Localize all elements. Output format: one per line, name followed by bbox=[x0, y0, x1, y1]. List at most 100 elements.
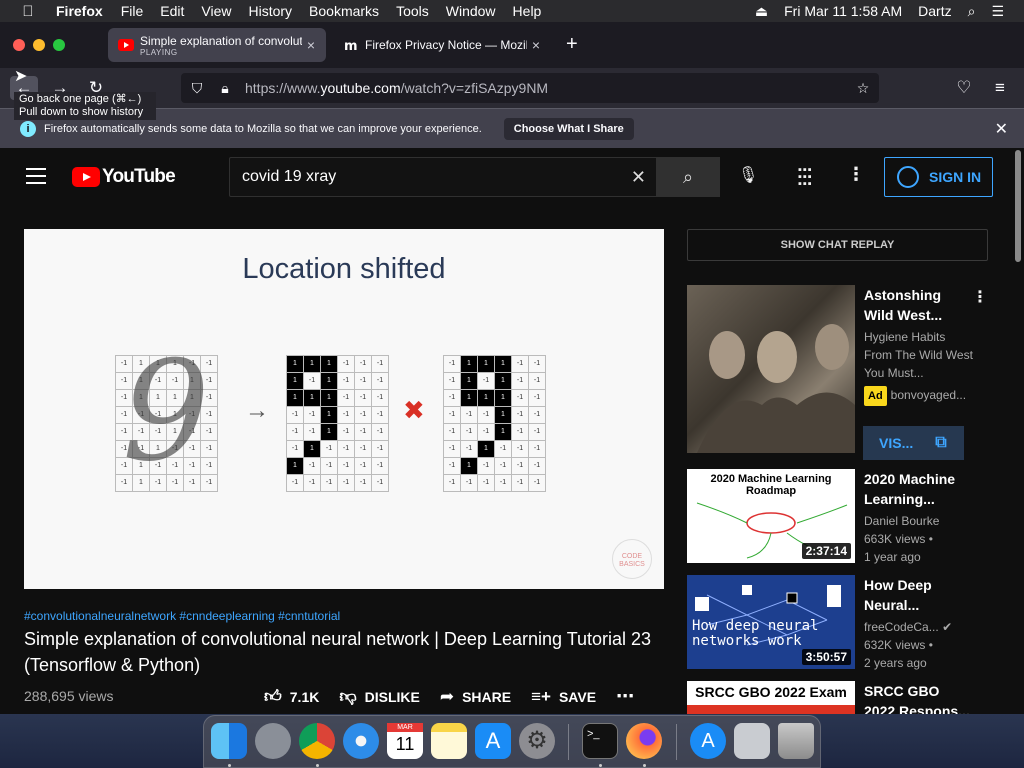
more-actions-icon[interactable]: ⋯ bbox=[616, 686, 634, 707]
hamburger-menu-icon[interactable] bbox=[26, 168, 46, 184]
grid-cell: -1 bbox=[304, 475, 321, 492]
video-title[interactable]: SRCC GBO 2022 Respons... bbox=[864, 681, 974, 714]
recommended-video[interactable]: SRCC GBO 2022 Exam SRCC GBO 2022 Respons… bbox=[687, 681, 987, 714]
grid-cell: -1 bbox=[372, 441, 389, 458]
ad-item[interactable]: Astonshing Wild West... Hygiene Habits F… bbox=[687, 285, 988, 465]
close-window-button[interactable] bbox=[13, 39, 25, 51]
video-title: Simple explanation of convolutional neur… bbox=[24, 629, 652, 675]
app-store-downloads-icon[interactable]: A bbox=[690, 723, 726, 759]
shield-icon[interactable]: ⛉ bbox=[189, 80, 205, 97]
menu-file[interactable]: File bbox=[121, 3, 144, 19]
channel-name[interactable]: freeCodeCa... ✔ bbox=[864, 618, 974, 636]
url-bar[interactable]: ⛉ 🔒︎ https://www.youtube.com/watch?v=zfi… bbox=[181, 73, 879, 103]
grid-cell: -1 bbox=[338, 390, 355, 407]
thumbs-down-icon: 👎︎ bbox=[339, 687, 357, 706]
tab-privacy-notice[interactable]: m Firefox Privacy Notice — Mozilla × bbox=[333, 28, 551, 62]
video-thumbnail[interactable]: 2020 Machine Learning Roadmap 2:37:14 bbox=[687, 469, 855, 563]
clear-search-icon[interactable]: ✕ bbox=[631, 167, 646, 188]
eject-icon[interactable]: ⏏ bbox=[755, 3, 768, 20]
video-thumbnail[interactable]: How deep neural networks work 3:50:57 bbox=[687, 575, 855, 669]
video-duration: 3:50:57 bbox=[801, 649, 851, 665]
recommended-video[interactable]: How deep neural networks work 3:50:57 Ho… bbox=[687, 575, 987, 675]
menu-edit[interactable]: Edit bbox=[160, 3, 184, 19]
grid-cell: -1 bbox=[478, 424, 495, 441]
like-button[interactable]: 👍︎ 7.1K bbox=[264, 686, 319, 707]
video-hashtags[interactable]: #convolutionalneuralnetwork #cnndeeplear… bbox=[24, 609, 340, 623]
menu-bookmarks[interactable]: Bookmarks bbox=[309, 3, 379, 19]
chrome-icon[interactable] bbox=[299, 723, 335, 759]
grid-cell: -1 bbox=[529, 424, 546, 441]
menu-tools[interactable]: Tools bbox=[396, 3, 429, 19]
firefox-icon[interactable] bbox=[626, 723, 662, 759]
menu-help[interactable]: Help bbox=[513, 3, 542, 19]
ad-title[interactable]: Astonshing Wild West... bbox=[864, 285, 974, 325]
video-thumbnail[interactable]: SRCC GBO 2022 Exam bbox=[687, 681, 855, 714]
calendar-icon[interactable]: MAR 11 bbox=[387, 723, 423, 759]
grid-cell: -1 bbox=[372, 424, 389, 441]
dislike-button[interactable]: 👎︎ DISLIKE bbox=[339, 686, 420, 707]
search-input[interactable]: covid 19 xray ✕ bbox=[229, 157, 657, 197]
ad-menu-icon[interactable]: ⋮ bbox=[972, 287, 988, 307]
video-actions: 👍︎ 7.1K 👎︎ DISLIKE ➦ SHARE ≡+ SAVE ⋯ bbox=[264, 686, 654, 707]
tab-title: Simple explanation of convolutio bbox=[140, 33, 302, 48]
menu-clock[interactable]: Fri Mar 11 1:58 AM bbox=[784, 3, 902, 19]
grid-cell: 1 bbox=[287, 356, 304, 373]
thumbs-up-icon: 👍︎ bbox=[264, 687, 282, 706]
menu-user[interactable]: Dartz bbox=[918, 3, 951, 19]
grid-cell: -1 bbox=[444, 424, 461, 441]
finder-icon[interactable] bbox=[211, 723, 247, 759]
notes-icon[interactable] bbox=[431, 723, 467, 759]
spotlight-icon[interactable]: ⌕ bbox=[968, 3, 976, 20]
apple-menu-icon[interactable]:  bbox=[20, 3, 36, 20]
search-button[interactable]: ⌕ bbox=[656, 157, 720, 197]
app-store-icon[interactable]: A bbox=[475, 723, 511, 759]
control-center-icon[interactable]: ☰ bbox=[991, 3, 1004, 20]
zoom-window-button[interactable] bbox=[53, 39, 65, 51]
trash-icon[interactable] bbox=[778, 723, 814, 759]
safari-icon[interactable] bbox=[343, 723, 379, 759]
app-menu-icon[interactable]: ≡ bbox=[986, 76, 1014, 100]
downloads-folder-icon[interactable] bbox=[734, 723, 770, 759]
close-tab-icon[interactable]: × bbox=[302, 37, 320, 53]
minimize-window-button[interactable] bbox=[33, 39, 45, 51]
tab-youtube[interactable]: Simple explanation of convolutio PLAYING… bbox=[108, 28, 326, 62]
channel-name[interactable]: Daniel Bourke bbox=[864, 512, 974, 530]
grid-cell: -1 bbox=[512, 407, 529, 424]
grid-cell: 1 bbox=[304, 441, 321, 458]
youtube-logo[interactable]: YouTube bbox=[72, 166, 176, 188]
recommended-video[interactable]: 2020 Machine Learning Roadmap 2:37:14 20… bbox=[687, 469, 987, 569]
grid-cell: -1 bbox=[444, 441, 461, 458]
system-preferences-icon[interactable]: ⚙ bbox=[519, 723, 555, 759]
save-button[interactable]: ≡+ SAVE bbox=[531, 687, 596, 707]
show-chat-replay-button[interactable]: SHOW CHAT REPLAY bbox=[687, 229, 988, 261]
url-text[interactable]: https://www.youtube.com/watch?v=zfiSAzpy… bbox=[245, 80, 847, 96]
grid-cell: -1 bbox=[338, 458, 355, 475]
ad-thumbnail[interactable] bbox=[687, 285, 855, 453]
video-title[interactable]: How Deep Neural... bbox=[864, 575, 974, 615]
back-button-tooltip: Go back one page (⌘←) Pull down to show … bbox=[14, 92, 156, 120]
menu-history[interactable]: History bbox=[248, 3, 292, 19]
microphone-icon[interactable]: 🎙︎ bbox=[738, 165, 758, 189]
menu-window[interactable]: Window bbox=[446, 3, 496, 19]
apps-grid-icon[interactable]: ▪▪▪ ▪▪▪ ▪▪▪ bbox=[798, 165, 818, 190]
choose-what-i-share-button[interactable]: Choose What I Share bbox=[503, 117, 634, 140]
grid-cell: 1 bbox=[287, 373, 304, 390]
page-scrollbar[interactable] bbox=[1014, 150, 1022, 710]
close-notice-icon[interactable]: ✕ bbox=[995, 119, 1008, 139]
pocket-icon[interactable]: ♡ bbox=[950, 76, 978, 100]
share-button[interactable]: ➦ SHARE bbox=[440, 687, 511, 707]
video-title[interactable]: 2020 Machine Learning... bbox=[864, 469, 974, 509]
lock-icon[interactable]: 🔒︎ bbox=[217, 80, 233, 97]
video-views: 663K views • bbox=[864, 532, 933, 546]
sign-in-button[interactable]: SIGN IN bbox=[884, 157, 993, 197]
video-player[interactable]: Location shifted -1 1 1 1 -1 -1 -1 1 -1 -1 1 -1 -1 1 1… bbox=[24, 229, 664, 589]
menu-view[interactable]: View bbox=[201, 3, 231, 19]
visit-advertiser-button[interactable]: VIS... ⧉ bbox=[863, 426, 964, 460]
settings-kebab-icon[interactable]: ⋮ bbox=[847, 164, 865, 188]
close-tab-icon[interactable]: × bbox=[527, 37, 545, 53]
bookmark-star-icon[interactable]: ☆ bbox=[855, 80, 871, 97]
terminal-icon[interactable]: >_ bbox=[582, 723, 618, 759]
new-tab-icon[interactable]: + bbox=[566, 33, 578, 56]
launchpad-icon[interactable] bbox=[255, 723, 291, 759]
menu-app-name[interactable]: Firefox bbox=[56, 3, 103, 19]
